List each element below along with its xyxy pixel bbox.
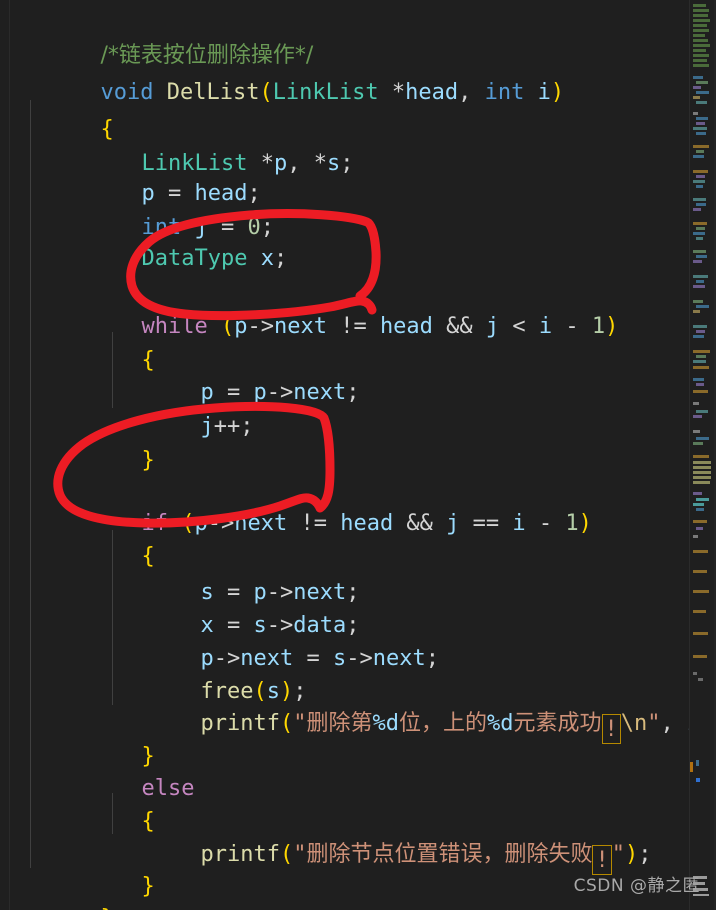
- code-line-24[interactable]: {: [62, 766, 154, 834]
- var-p: p: [273, 151, 288, 176]
- type-datatype: DataType: [141, 246, 248, 271]
- param-i: i: [537, 80, 551, 105]
- code-line-25[interactable]: printf("删除节点位置错误，删除失败! ");: [121, 799, 651, 875]
- code-line-13[interactable]: }: [62, 405, 154, 473]
- csdn-watermark: CSDN @静之匿: [573, 876, 700, 896]
- code-line-16[interactable]: {: [62, 501, 154, 569]
- code-line-1[interactable]: /*链表按位删除操作*/: [21, 0, 313, 68]
- function-printf: printf: [200, 711, 280, 736]
- member-next: next: [273, 314, 327, 339]
- string-segment: 位，上的: [398, 711, 487, 736]
- member-next: next: [234, 511, 288, 536]
- var-head: head: [379, 314, 433, 339]
- function-printf: printf: [200, 842, 280, 867]
- editor-gutter: [0, 0, 10, 910]
- code-line-21[interactable]: printf("删除第%d位，上的%d元素成功!\n", i, x);: [121, 668, 689, 744]
- string-segment: 删除节点位置错误，删除失败: [306, 842, 593, 867]
- code-line-11[interactable]: p = p->next;: [121, 337, 359, 405]
- code-line-23[interactable]: else: [62, 733, 194, 801]
- highlighted-exclamation[interactable]: !: [601, 714, 621, 744]
- code-line-18[interactable]: x = s->data;: [121, 570, 359, 638]
- var-x: x: [260, 246, 274, 271]
- code-line-19[interactable]: p->next = s->next;: [121, 603, 438, 671]
- number-one: 1: [591, 314, 606, 339]
- code-line-17[interactable]: s = p->next;: [121, 537, 359, 605]
- code-content-area[interactable]: /*链表按位删除操作*/ void DelList(LinkList *head…: [11, 0, 689, 910]
- var-head: head: [340, 511, 394, 536]
- code-line-15[interactable]: if (p->next != head && j == i - 1): [62, 468, 591, 536]
- function-name-dellist: DelList: [166, 80, 260, 105]
- escape-newline: \n: [620, 711, 648, 736]
- minimap-render: [690, 0, 716, 910]
- var-i: i: [512, 511, 526, 536]
- code-line-2[interactable]: void DelList(LinkList *head, int i): [21, 37, 564, 105]
- var-p: p: [234, 314, 248, 339]
- var-p: p: [253, 380, 267, 405]
- number-one: 1: [565, 511, 579, 536]
- brace-close: }: [141, 874, 155, 899]
- code-line-3[interactable]: {: [21, 74, 113, 142]
- code-editor[interactable]: /*链表按位删除操作*/ void DelList(LinkList *head…: [0, 0, 716, 910]
- code-line-7[interactable]: DataType x;: [62, 203, 287, 271]
- var-i: i: [538, 314, 553, 339]
- format-specifier-d: %d: [487, 711, 514, 736]
- code-line-9[interactable]: while (p->next != head && j < i - 1): [62, 271, 618, 339]
- string-segment: 删除第: [306, 711, 373, 736]
- var-j: j: [446, 511, 460, 536]
- format-specifier-d: %d: [372, 711, 399, 736]
- var-s: s: [326, 151, 341, 176]
- type-linklist: LinkList: [272, 80, 379, 105]
- param-head: head: [405, 80, 459, 105]
- indent-guide: [30, 100, 31, 868]
- var-p: p: [194, 511, 208, 536]
- var-j: j: [485, 314, 500, 339]
- string-segment: 元素成功: [513, 711, 602, 736]
- code-line-5[interactable]: p = head;: [62, 138, 260, 206]
- brace-close: }: [100, 906, 113, 910]
- minimap[interactable]: [689, 0, 716, 910]
- var-j: j: [200, 414, 214, 439]
- code-line-27[interactable]: }: [21, 863, 113, 910]
- member-next: next: [293, 380, 347, 405]
- code-line-12[interactable]: j++;: [121, 371, 253, 439]
- keyword-int: int: [484, 80, 525, 105]
